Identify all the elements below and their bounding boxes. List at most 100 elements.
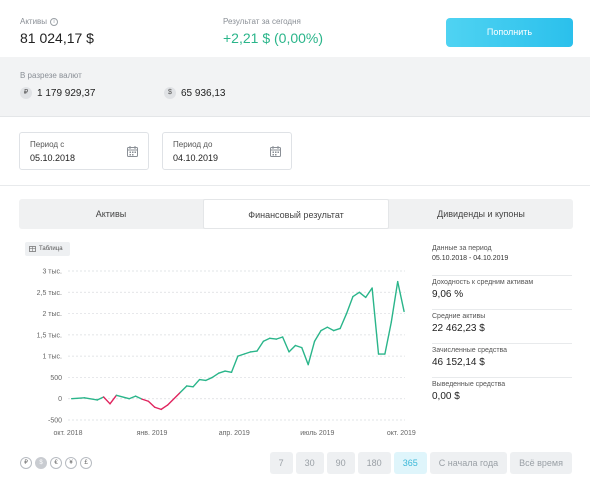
- series-segment: [109, 394, 118, 405]
- series-segment: [243, 351, 252, 355]
- stat-label: Зачисленные средства: [432, 347, 508, 354]
- y-tick-label: 1 тыс.: [42, 354, 62, 361]
- series-segment: [217, 370, 226, 374]
- y-tick-label: 3 тыс.: [42, 269, 62, 276]
- series-segment: [192, 378, 201, 388]
- yen-icon[interactable]: ¥: [65, 457, 77, 469]
- y-tick-label: 0: [58, 396, 62, 403]
- series-segment: [154, 406, 162, 411]
- info-icon[interactable]: i: [50, 17, 59, 26]
- range-all-button[interactable]: Всё время: [510, 452, 572, 474]
- series-segment: [281, 336, 290, 353]
- euro-icon[interactable]: €: [50, 457, 62, 469]
- series-segment: [384, 321, 393, 355]
- tab-assets[interactable]: Активы: [19, 199, 203, 229]
- range-30-button[interactable]: 30: [295, 452, 324, 474]
- stat-label: Данные за период: [432, 245, 492, 252]
- calendar-icon[interactable]: [270, 146, 281, 157]
- x-tick-label: окт. 2019: [387, 430, 416, 437]
- ruble-icon[interactable]: ₽: [20, 457, 32, 469]
- stat-label: Выведенные средства: [432, 381, 506, 388]
- stat-value: 05.10.2018 - 04.10.2019: [432, 255, 509, 262]
- series-segment: [301, 346, 309, 366]
- x-tick-label: янв. 2019: [137, 430, 168, 437]
- assets-value: 81 024,17 $: [20, 30, 94, 46]
- range-180-button[interactable]: 180: [357, 452, 391, 474]
- currency-breakdown: В разрезе валют ₽ 1 179 929,37 $ 65 936,…: [0, 57, 590, 117]
- series-segment: [198, 378, 207, 382]
- currency-value-usd: 65 936,13: [181, 87, 226, 99]
- series-segment: [371, 287, 380, 355]
- series-segment: [70, 397, 86, 400]
- period-to-label: Период до: [173, 140, 213, 149]
- series-segment: [211, 372, 220, 379]
- topup-button[interactable]: Пополнить: [446, 18, 573, 47]
- series-segment: [345, 295, 354, 315]
- table-view-button[interactable]: Таблица: [25, 242, 70, 256]
- series-segment: [115, 394, 130, 400]
- range-ytd-button[interactable]: С начала года: [429, 452, 508, 474]
- stat-avg-assets: Средние активы 22 462,23 $: [432, 310, 572, 344]
- result-value: +2,21 $ (0,00%): [223, 30, 324, 46]
- series-segment: [326, 326, 335, 332]
- stat-value: 46 152,14 $: [432, 357, 485, 368]
- stat-period: Данные за период 05.10.2018 - 04.10.2019: [432, 242, 572, 276]
- period-to-field[interactable]: Период до 04.10.2019: [162, 132, 292, 170]
- series-segment: [249, 350, 258, 353]
- period-from-value[interactable]: 05.10.2018: [30, 153, 75, 163]
- x-tick-label: окт. 2018: [54, 430, 83, 437]
- currency-breakdown-label: В разрезе валют: [20, 71, 82, 80]
- series-segment: [262, 337, 271, 342]
- period-from-field[interactable]: Период с 05.10.2018: [19, 132, 149, 170]
- x-tick-label: апр. 2019: [219, 430, 250, 437]
- dollar-icon[interactable]: $: [35, 457, 47, 469]
- series-segment: [294, 344, 303, 349]
- currency-item-rub: ₽ 1 179 929,37: [20, 87, 95, 99]
- series-segment: [365, 287, 373, 299]
- series-segment: [288, 344, 297, 353]
- series-segment: [147, 400, 156, 408]
- dollar-icon: $: [164, 87, 176, 99]
- tab-financial-result[interactable]: Финансовый результат: [203, 199, 389, 229]
- currency-switcher: ₽ $ € ¥ £: [20, 457, 92, 469]
- series-segment: [390, 280, 399, 323]
- range-90-button[interactable]: 90: [326, 452, 355, 474]
- y-tick-label: 2,5 тыс.: [37, 290, 62, 297]
- period-to-value[interactable]: 04.10.2019: [173, 153, 218, 163]
- tab-bar: Активы Финансовый результат Дивиденды и …: [19, 199, 573, 229]
- series-segment: [96, 396, 105, 401]
- table-view-label: Таблица: [39, 246, 63, 252]
- result-label: Результат за сегодня: [223, 17, 301, 26]
- series-segment: [352, 291, 361, 298]
- stat-value: 22 462,23 $: [432, 323, 485, 334]
- range-selector: 7 30 90 180 365 С начала года Всё время: [269, 452, 572, 474]
- y-tick-label: 1,5 тыс.: [37, 332, 62, 339]
- stat-withdrawn: Выведенные средства 0,00 $: [432, 378, 572, 412]
- range-365-button[interactable]: 365: [393, 452, 427, 474]
- series-segment: [275, 336, 284, 340]
- series-segment: [313, 329, 322, 342]
- series-segment: [186, 385, 194, 388]
- series-segment: [339, 312, 348, 330]
- y-tick-label: 500: [50, 375, 62, 382]
- series-segment: [128, 395, 137, 400]
- pound-icon[interactable]: £: [80, 457, 92, 469]
- divider: [0, 185, 590, 186]
- stat-value: 0,00 $: [432, 391, 460, 402]
- y-tick-label: -500: [48, 418, 62, 425]
- series-segment: [205, 376, 213, 382]
- summary-header: Активы i 81 024,17 $ Результат за сегодн…: [0, 0, 590, 57]
- series-segment: [307, 340, 316, 366]
- series-segment: [179, 385, 188, 394]
- tab-dividends[interactable]: Дивиденды и купоны: [389, 199, 573, 229]
- calendar-icon[interactable]: [127, 146, 138, 157]
- stat-deposited: Зачисленные средства 46 152,14 $: [432, 344, 572, 378]
- series-segment: [320, 326, 329, 332]
- stat-label: Средние активы: [432, 313, 486, 320]
- series-segment: [230, 355, 239, 374]
- assets-label-group: Активы i: [20, 17, 59, 26]
- series-segment: [256, 340, 265, 352]
- series-segment: [358, 291, 367, 299]
- range-7-button[interactable]: 7: [269, 452, 293, 474]
- series-segment: [83, 397, 98, 401]
